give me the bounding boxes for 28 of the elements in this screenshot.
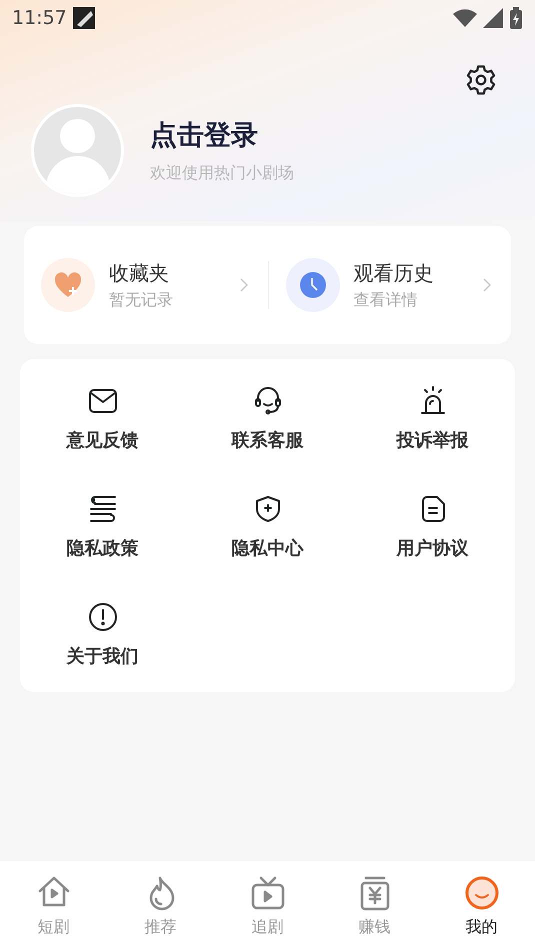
wifi-icon	[453, 9, 477, 27]
menu-item[interactable]: 隐私政策	[20, 492, 185, 562]
book-stack-icon	[88, 494, 118, 524]
smile-face-icon	[464, 875, 500, 911]
login-link[interactable]: 点击登录	[150, 116, 294, 157]
tv-icon	[250, 875, 286, 911]
notification-thumbnail-icon	[72, 7, 95, 29]
tab[interactable]: 我的	[428, 861, 535, 951]
status-time: 11:57	[12, 6, 67, 31]
settings-icon	[464, 63, 498, 97]
quick-link[interactable]: 观看历史 查看详情	[268, 258, 511, 312]
menu-item[interactable]: 意见反馈	[20, 384, 185, 454]
exclamation-circle-icon	[88, 602, 118, 632]
menu-item[interactable]: 投诉举报	[350, 384, 515, 454]
menu-item[interactable]: 联系客服	[185, 384, 350, 454]
menu-item[interactable]: 隐私中心	[185, 492, 350, 562]
chevron-right-icon	[483, 278, 491, 292]
welcome-text: 欢迎使用热门小剧场	[150, 162, 294, 184]
menu-item[interactable]: 关于我们	[20, 600, 185, 670]
mail-icon	[88, 386, 118, 416]
heart-plus-icon	[54, 272, 82, 298]
battery-charging-icon	[509, 7, 523, 29]
signal-icon	[483, 8, 503, 28]
chevron-right-icon	[240, 278, 248, 292]
clock-icon	[300, 272, 326, 298]
menu-item[interactable]: 用户协议	[350, 492, 515, 562]
headset-icon	[252, 386, 282, 416]
quick-link[interactable]: 收藏夹 暂无记录	[24, 258, 268, 312]
